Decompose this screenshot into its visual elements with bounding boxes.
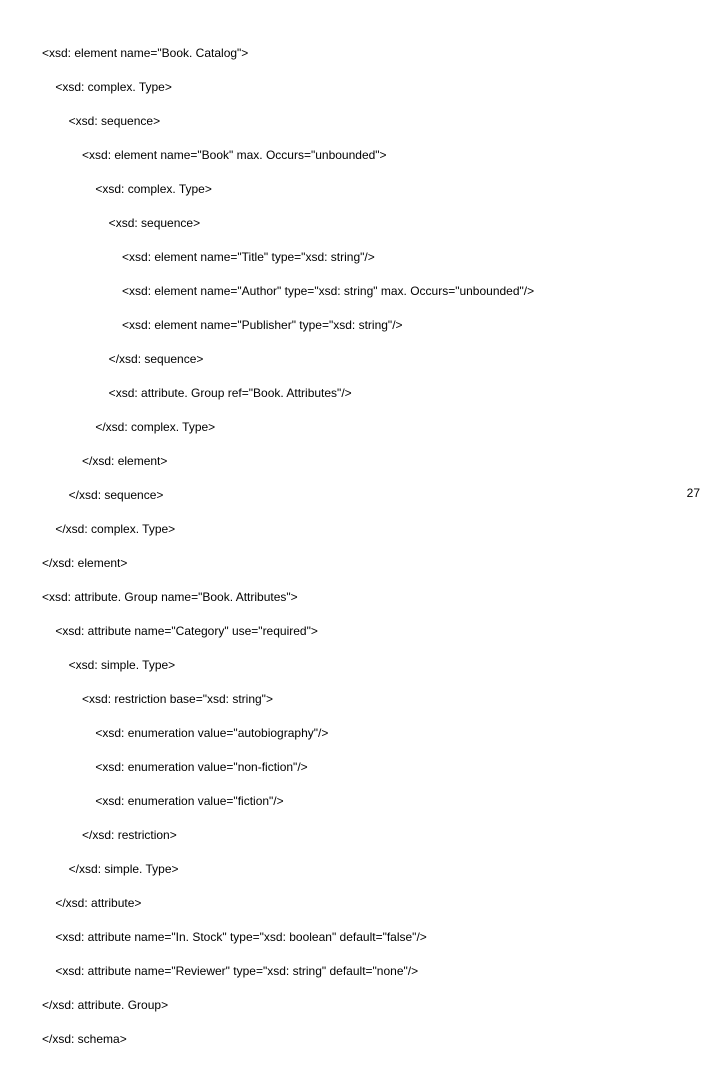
- code-line: <xsd: complex. Type>: [42, 79, 534, 96]
- code-line: <xsd: sequence>: [42, 113, 534, 130]
- code-line: <xsd: attribute. Group ref="Book. Attrib…: [42, 385, 534, 402]
- code-line: </xsd: complex. Type>: [42, 419, 534, 436]
- code-line: </xsd: element>: [42, 555, 534, 572]
- code-line: </xsd: sequence>: [42, 351, 534, 368]
- code-line: </xsd: complex. Type>: [42, 521, 534, 538]
- code-line: </xsd: attribute>: [42, 895, 534, 912]
- page-number: 27: [687, 486, 700, 500]
- code-line: <xsd: attribute. Group name="Book. Attri…: [42, 589, 534, 606]
- code-line: <xsd: element name="Title" type="xsd: st…: [42, 249, 534, 266]
- code-line: <xsd: enumeration value="non-fiction"/>: [42, 759, 534, 776]
- code-line: <xsd: restriction base="xsd: string">: [42, 691, 534, 708]
- code-line: <xsd: element name="Book. Catalog">: [42, 45, 534, 62]
- code-block: <xsd: element name="Book. Catalog"> <xsd…: [42, 28, 534, 1065]
- code-line: <xsd: element name="Publisher" type="xsd…: [42, 317, 534, 334]
- code-line: <xsd: attribute name="Category" use="req…: [42, 623, 534, 640]
- code-line: <xsd: element name="Book" max. Occurs="u…: [42, 147, 534, 164]
- code-line: <xsd: complex. Type>: [42, 181, 534, 198]
- code-line: <xsd: enumeration value="autobiography"/…: [42, 725, 534, 742]
- code-line: <xsd: sequence>: [42, 215, 534, 232]
- code-line: <xsd: attribute name="Reviewer" type="xs…: [42, 963, 534, 980]
- code-line: </xsd: element>: [42, 453, 534, 470]
- code-line: </xsd: schema>: [42, 1031, 534, 1048]
- code-line: </xsd: restriction>: [42, 827, 534, 844]
- code-line: </xsd: attribute. Group>: [42, 997, 534, 1014]
- code-line: <xsd: enumeration value="fiction"/>: [42, 793, 534, 810]
- code-line: <xsd: simple. Type>: [42, 657, 534, 674]
- code-line: <xsd: element name="Author" type="xsd: s…: [42, 283, 534, 300]
- code-line: <xsd: attribute name="In. Stock" type="x…: [42, 929, 534, 946]
- code-line: </xsd: simple. Type>: [42, 861, 534, 878]
- code-line: </xsd: sequence>: [42, 487, 534, 504]
